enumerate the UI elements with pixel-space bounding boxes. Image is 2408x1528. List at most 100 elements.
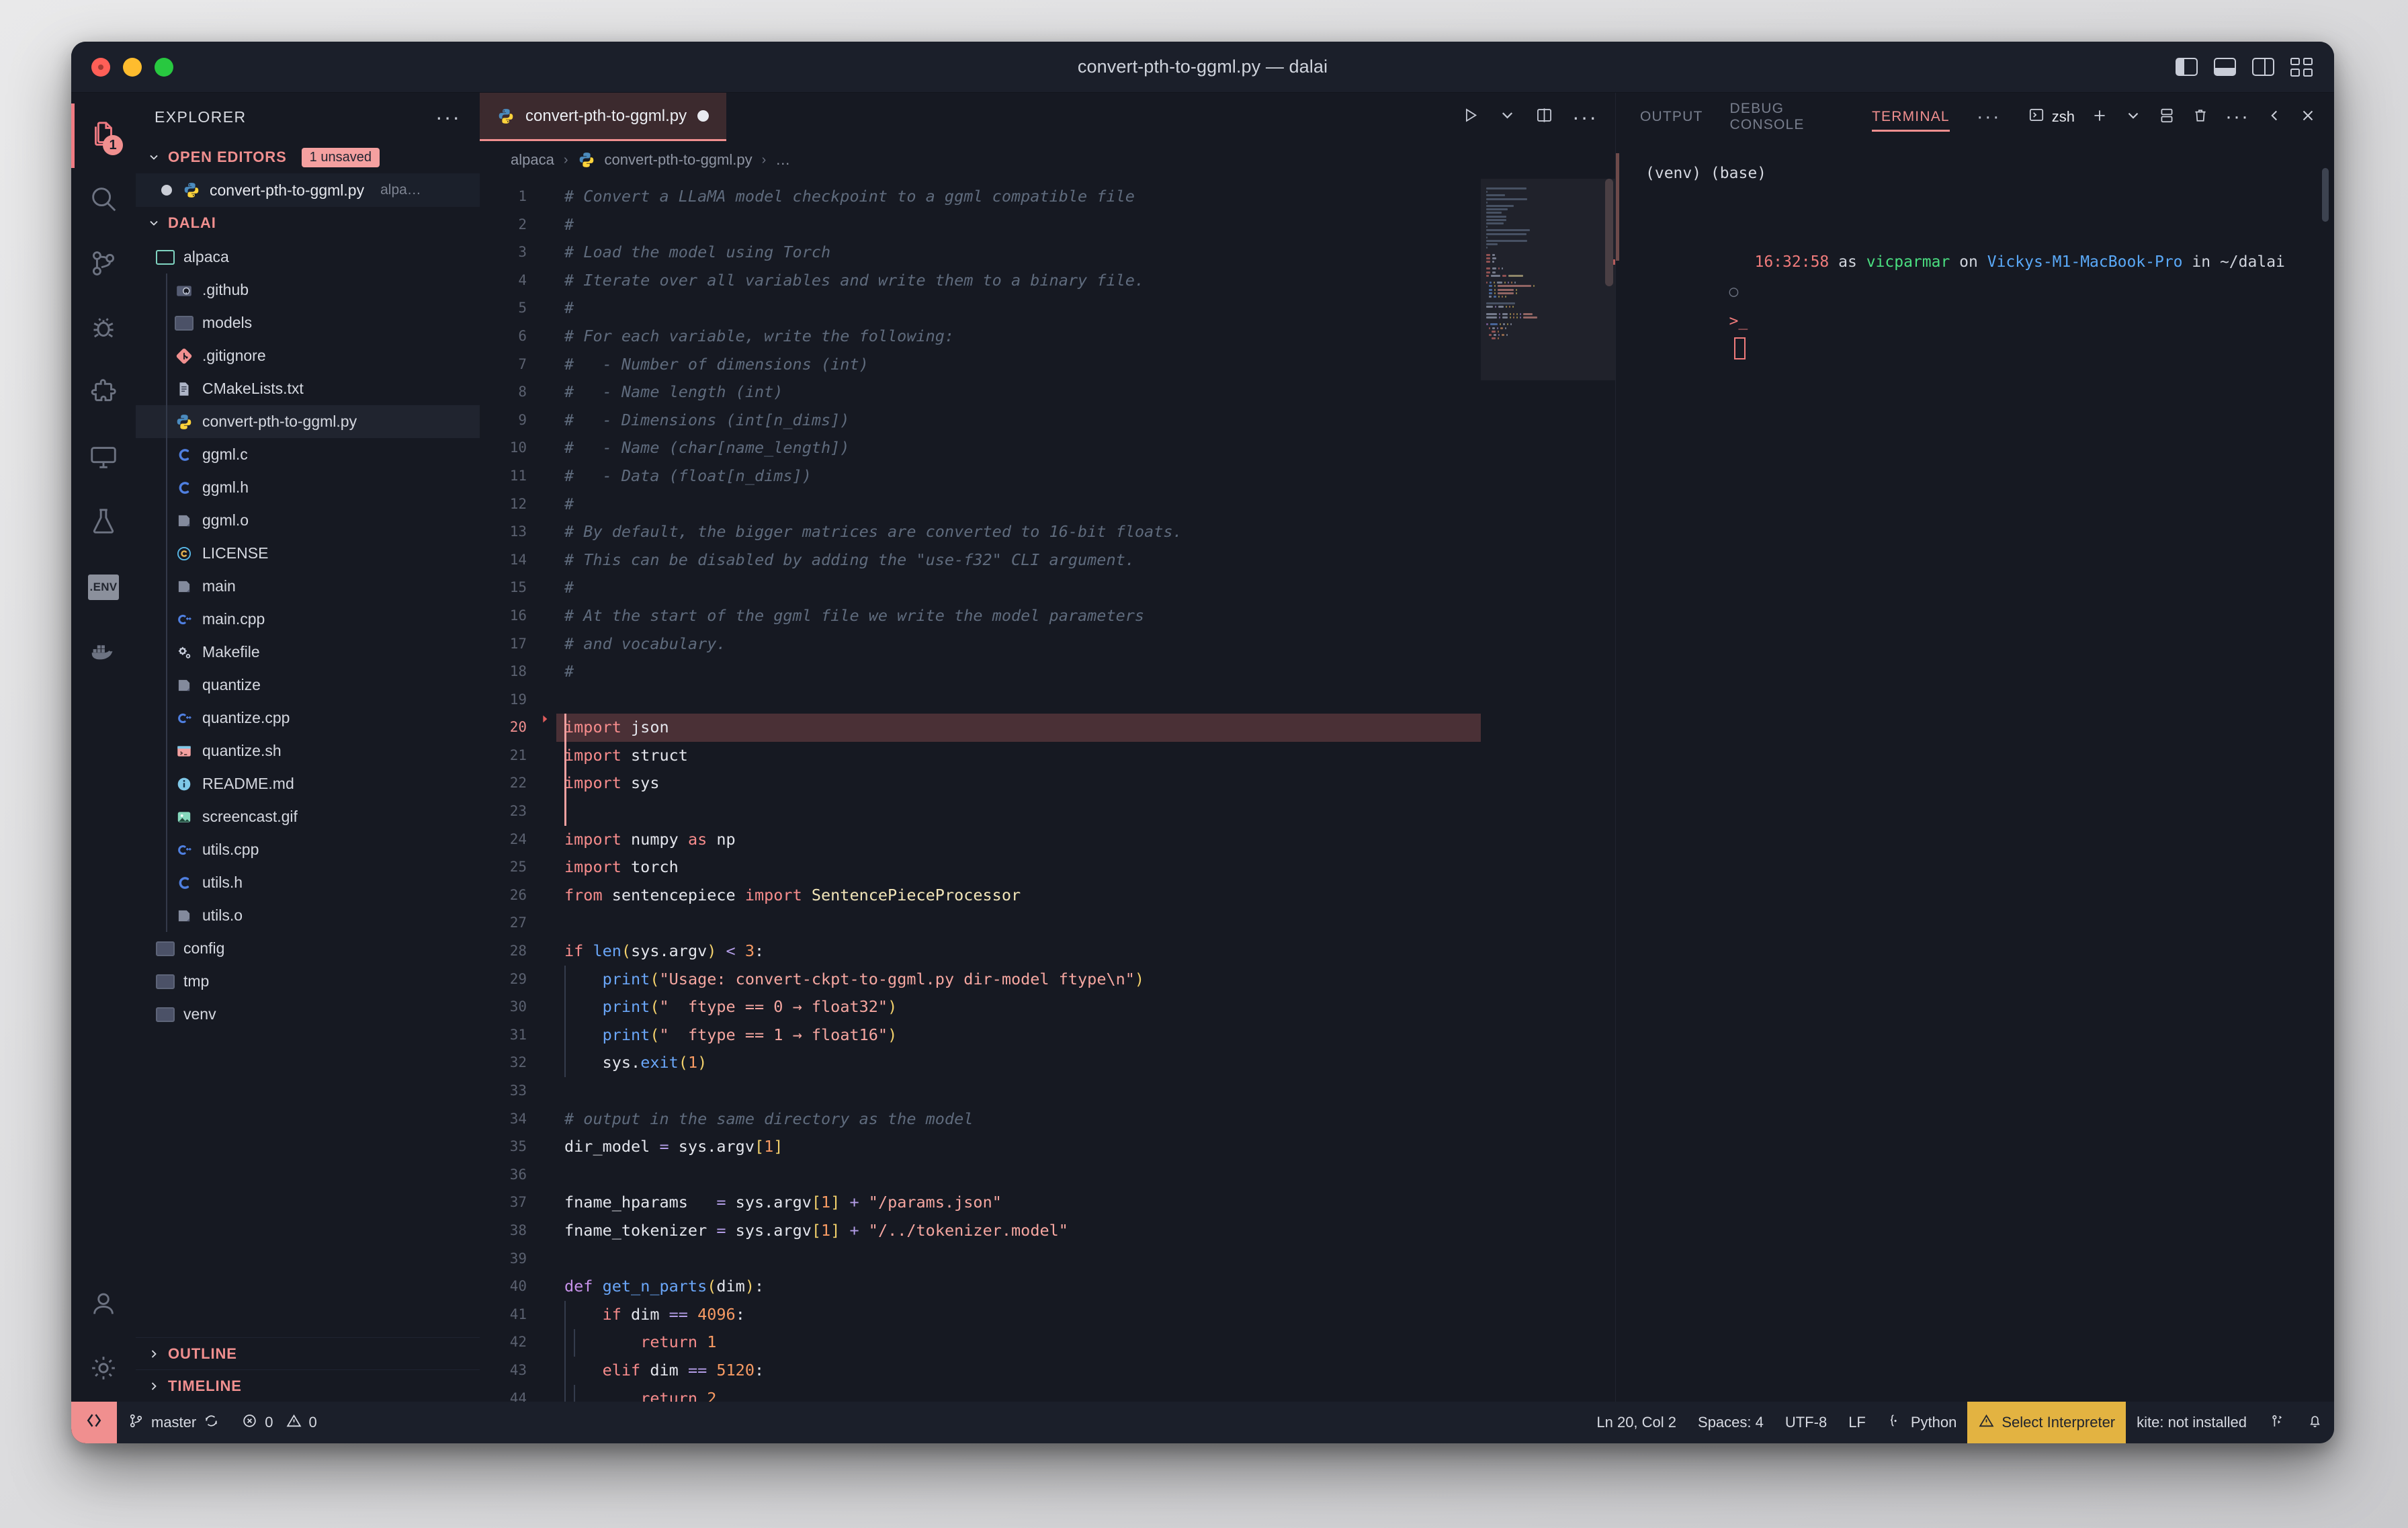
activity-item-remote-explorer[interactable]: [71, 426, 136, 491]
editor-more-actions-icon[interactable]: ···: [1572, 113, 1598, 121]
tab-dirty-indicator-icon[interactable]: [697, 110, 709, 122]
code-line[interactable]: # Load the model using Torch: [556, 239, 1481, 267]
code-line[interactable]: dir_model = sys.argv[1]: [556, 1133, 1481, 1161]
code-line[interactable]: import json: [556, 714, 1481, 742]
tree-item-ggml-o[interactable]: ggml.o: [136, 504, 480, 537]
toggle-secondary-sidebar-icon[interactable]: [2252, 58, 2274, 76]
terminal-content[interactable]: (venv) (base) 16:32:58 as vicparmar on V…: [1616, 141, 2334, 1402]
run-python-file-icon[interactable]: [1461, 106, 1479, 128]
code-line[interactable]: if len(sys.argv) < 3:: [556, 937, 1481, 966]
code-line[interactable]: [556, 1245, 1481, 1273]
kill-terminal-icon[interactable]: [2192, 107, 2209, 128]
terminal-shell-chip[interactable]: zsh: [2028, 106, 2075, 128]
editor-scrollbar-thumb[interactable]: [1605, 179, 1613, 286]
tree-item-alpaca[interactable]: alpaca: [136, 241, 480, 273]
tree-item-quantize-cpp[interactable]: quantize.cpp: [136, 702, 480, 734]
section-workspace[interactable]: DALAI: [136, 207, 480, 239]
code-line[interactable]: # Convert a LLaMA model checkpoint to a …: [556, 183, 1481, 211]
code-line[interactable]: #: [556, 491, 1481, 519]
status-radio-tower[interactable]: [2258, 1402, 2296, 1443]
code-line[interactable]: print(" ftype == 0 → float32"): [556, 993, 1481, 1021]
code-line[interactable]: import torch: [556, 853, 1481, 882]
code-line[interactable]: #: [556, 211, 1481, 239]
tree-item-utils-cpp[interactable]: utils.cpp: [136, 833, 480, 866]
breadcrumb-item-file[interactable]: convert-pth-to-ggml.py: [605, 151, 752, 169]
tree-item-tmp[interactable]: tmp: [136, 965, 480, 998]
code-line[interactable]: # At the start of the ggml file we write…: [556, 602, 1481, 630]
status-select-interpreter[interactable]: Select Interpreter: [1967, 1402, 2126, 1443]
tree-item-cmakelists-txt[interactable]: CMakeLists.txt: [136, 372, 480, 405]
code-line[interactable]: import sys: [556, 769, 1481, 798]
code-line[interactable]: return 2: [556, 1385, 1481, 1402]
breadcrumb-item-folder[interactable]: alpaca: [511, 151, 554, 169]
tree-item-ggml-h[interactable]: ggml.h: [136, 471, 480, 504]
tree-item-screencast-gif[interactable]: screencast.gif: [136, 800, 480, 833]
section-open-editors[interactable]: OPEN EDITORS 1 unsaved: [136, 141, 480, 173]
tree-item-utils-o[interactable]: utils.o: [136, 899, 480, 932]
chevron-down-icon[interactable]: [1498, 106, 1516, 128]
code-line[interactable]: [556, 798, 1481, 826]
tree-item-main-cpp[interactable]: main.cpp: [136, 603, 480, 636]
code-line[interactable]: [556, 909, 1481, 937]
toggle-primary-sidebar-icon[interactable]: [2176, 58, 2198, 76]
status-problems[interactable]: 0 0: [230, 1402, 328, 1443]
code-line[interactable]: #: [556, 658, 1481, 686]
code-line[interactable]: # - Dimensions (int[n_dims]): [556, 407, 1481, 435]
code-line[interactable]: # For each variable, write the following…: [556, 323, 1481, 351]
activity-item-explorer[interactable]: 1: [71, 103, 136, 168]
minimap-slider[interactable]: [1481, 179, 1615, 380]
tree-item-quantize[interactable]: quantize: [136, 669, 480, 702]
status-branch[interactable]: master: [117, 1402, 230, 1443]
section-outline[interactable]: OUTLINE: [136, 1337, 480, 1369]
activity-item-accounts[interactable]: [71, 1273, 136, 1337]
tree-item-makefile[interactable]: Makefile: [136, 636, 480, 669]
tree-item-utils-h[interactable]: utils.h: [136, 866, 480, 899]
activity-item-search[interactable]: [71, 168, 136, 232]
tree-item-convert-pth-to-ggml-py[interactable]: convert-pth-to-ggml.py: [136, 405, 480, 438]
tab-terminal[interactable]: TERMINAL: [1872, 93, 1950, 141]
chevron-left-icon[interactable]: [2266, 107, 2283, 128]
tree-item-ggml-c[interactable]: ggml.c: [136, 438, 480, 471]
code-line[interactable]: print("Usage: convert-ckpt-to-ggml.py di…: [556, 966, 1481, 994]
fold-marker-icon[interactable]: [533, 714, 556, 742]
code-line[interactable]: fname_tokenizer = sys.argv[1] + "/../tok…: [556, 1217, 1481, 1245]
close-icon[interactable]: [2299, 107, 2317, 128]
status-cursor-position[interactable]: Ln 20, Col 2: [1586, 1402, 1687, 1443]
code-line[interactable]: def get_n_parts(dim):: [556, 1273, 1481, 1301]
tree-item-models[interactable]: models: [136, 306, 480, 339]
code-line[interactable]: sys.exit(1): [556, 1049, 1481, 1077]
code-line[interactable]: if dim == 4096:: [556, 1301, 1481, 1329]
status-indentation[interactable]: Spaces: 4: [1687, 1402, 1774, 1443]
activity-item-docker[interactable]: [71, 620, 136, 684]
new-terminal-icon[interactable]: [2091, 107, 2108, 128]
status-kite[interactable]: kite: not installed: [2126, 1402, 2258, 1443]
split-terminal-icon[interactable]: [2158, 107, 2176, 128]
code-line[interactable]: # output in the same directory as the mo…: [556, 1105, 1481, 1134]
activity-item-source-control[interactable]: [71, 232, 136, 297]
activity-item-extensions[interactable]: [71, 362, 136, 426]
code-line[interactable]: #: [556, 294, 1481, 323]
code-line[interactable]: import numpy as np: [556, 826, 1481, 854]
code-line[interactable]: # - Data (float[n_dims]): [556, 462, 1481, 491]
code-line[interactable]: # This can be disabled by adding the "us…: [556, 546, 1481, 575]
customize-layout-icon[interactable]: [2290, 58, 2313, 77]
status-notifications[interactable]: [2296, 1402, 2334, 1443]
code-line[interactable]: #: [556, 574, 1481, 602]
panel-more-actions-icon[interactable]: ···: [2225, 113, 2249, 121]
open-editor-item[interactable]: convert-pth-to-ggml.py alpa…: [136, 173, 480, 207]
split-editor-icon[interactable]: [1535, 106, 1553, 128]
tree-item-config[interactable]: config: [136, 932, 480, 965]
code-line[interactable]: # - Name length (int): [556, 378, 1481, 407]
toggle-panel-icon[interactable]: [2214, 58, 2236, 76]
sync-icon[interactable]: [203, 1412, 220, 1433]
code-line[interactable]: [556, 1077, 1481, 1105]
tree-item-venv[interactable]: venv: [136, 998, 480, 1031]
status-encoding[interactable]: UTF-8: [1774, 1402, 1838, 1443]
code-line[interactable]: # - Number of dimensions (int): [556, 351, 1481, 379]
fold-gutter[interactable]: [533, 179, 556, 1402]
tree-item-quantize-sh[interactable]: quantize.sh: [136, 734, 480, 767]
status-language-mode[interactable]: Python: [1877, 1402, 1968, 1443]
code-line[interactable]: elif dim == 5120:: [556, 1357, 1481, 1385]
tab-output[interactable]: OUTPUT: [1640, 93, 1703, 141]
status-eol[interactable]: LF: [1838, 1402, 1877, 1443]
